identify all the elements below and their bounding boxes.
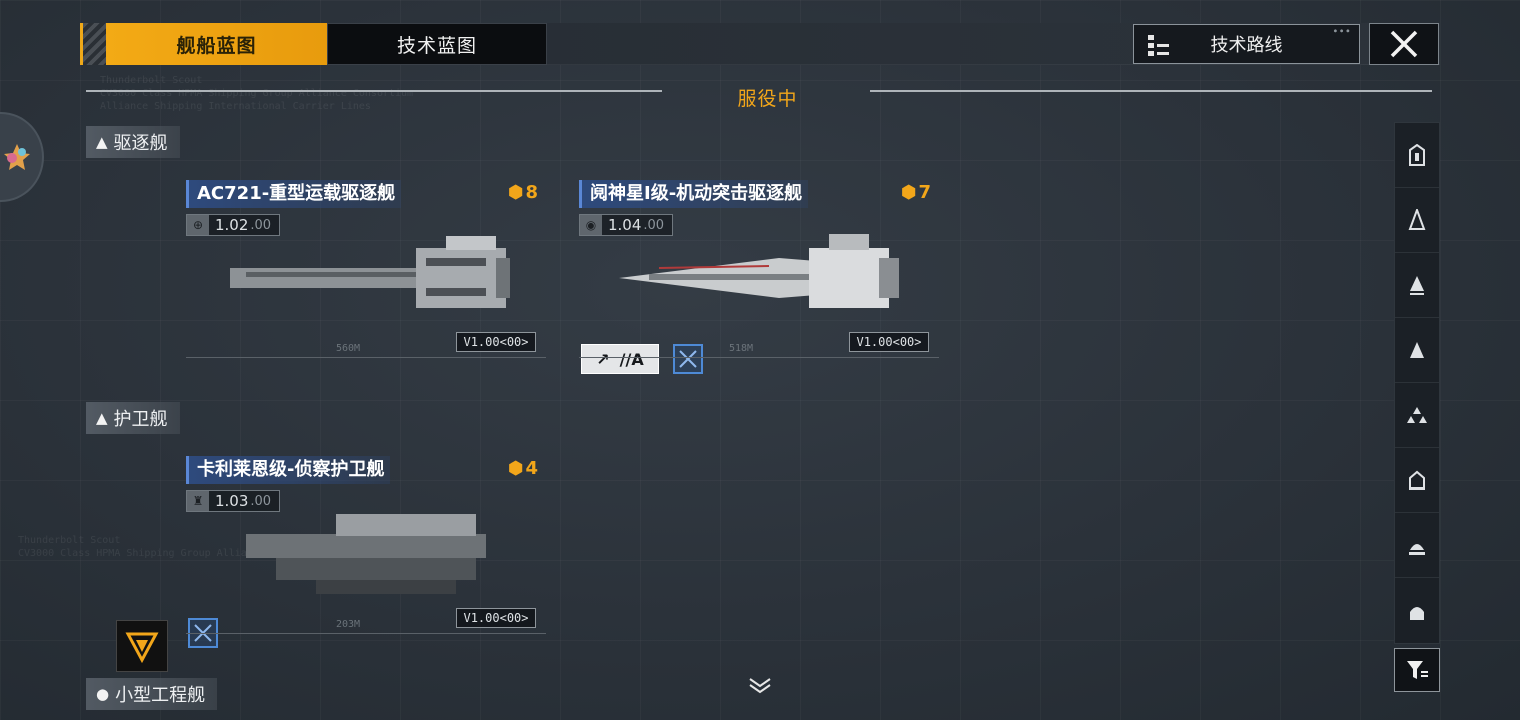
tech-route-label: 技术路线 bbox=[1210, 35, 1283, 56]
faction-icon: ◉ bbox=[580, 215, 602, 235]
scale-line bbox=[186, 357, 546, 358]
command-point-icon: ⬢ bbox=[507, 182, 524, 203]
top-bar-stripes bbox=[80, 23, 106, 65]
filter-auxiliary[interactable] bbox=[1395, 578, 1439, 643]
scroll-down-hint[interactable] bbox=[747, 676, 773, 698]
filter-destroyer[interactable] bbox=[1395, 253, 1439, 318]
tab-tech-blueprint[interactable]: 技术蓝图 bbox=[327, 23, 547, 65]
ship-model-image bbox=[246, 514, 486, 594]
triangle-emblem-icon bbox=[125, 632, 159, 664]
ship-model-image bbox=[619, 234, 899, 308]
ship-card[interactable]: 阋神星Ⅰ级-机动突击驱逐舰 ⬢ 7 ◉ 1.04.00 ↗ //A 518M V… bbox=[579, 180, 941, 380]
faction-emblem-button[interactable] bbox=[116, 620, 168, 672]
filter-icon bbox=[1407, 661, 1428, 679]
support-class-icon bbox=[1409, 470, 1425, 490]
filter-support[interactable] bbox=[1395, 448, 1439, 513]
blueprint-version-tag: V1.00<00> bbox=[849, 332, 929, 352]
ship-cost: ⬢ 7 bbox=[900, 182, 931, 203]
frigate-class-icon: ▲ bbox=[96, 409, 108, 427]
ship-length: 560M bbox=[336, 343, 361, 354]
section-title: 服役中 bbox=[737, 88, 798, 110]
corvette-class-icon bbox=[1407, 407, 1427, 423]
chevron-down-icon bbox=[749, 678, 771, 694]
scale-line bbox=[579, 357, 939, 358]
frigate-class-icon bbox=[1410, 342, 1424, 358]
category-frigate[interactable]: ▲ 护卫舰 bbox=[86, 402, 180, 434]
engineering-class-icon: ● bbox=[96, 685, 110, 703]
ship-class-filter-rail bbox=[1394, 122, 1440, 644]
close-icon bbox=[1390, 30, 1418, 58]
cruiser-class-icon bbox=[1408, 209, 1426, 230]
ship-name: 卡利莱恩级-侦察护卫舰 bbox=[186, 456, 391, 484]
filter-cruiser[interactable] bbox=[1395, 188, 1439, 253]
filter-engineering[interactable] bbox=[1395, 513, 1439, 578]
destroyer-class-icon bbox=[1410, 276, 1424, 295]
category-destroyer[interactable]: ▲ 驱逐舰 bbox=[86, 126, 180, 158]
ship-name: AC721-重型运载驱逐舰 bbox=[186, 180, 402, 208]
filter-button[interactable] bbox=[1394, 648, 1440, 692]
filter-carrier[interactable] bbox=[1395, 123, 1439, 188]
ship-model-image bbox=[230, 236, 510, 308]
tech-tag-badge[interactable] bbox=[673, 344, 703, 374]
blueprint-version-tag: V1.00<00> bbox=[456, 332, 536, 352]
close-button[interactable] bbox=[1369, 23, 1439, 65]
ship-card[interactable]: AC721-重型运载驱逐舰 ⬢ 8 ⊕ 1.02.00 560M V1.00<0… bbox=[186, 180, 548, 380]
ship-cost: ⬢ 8 bbox=[507, 182, 538, 203]
scale-line bbox=[186, 633, 546, 634]
command-point-icon: ⬢ bbox=[507, 458, 524, 479]
divider-right bbox=[870, 90, 1432, 92]
category-label: 小型工程舰 bbox=[115, 685, 206, 706]
category-label: 驱逐舰 bbox=[113, 133, 168, 154]
tech-route-button[interactable]: 技术路线 ∙∙∙ bbox=[1133, 24, 1360, 64]
filter-corvette[interactable] bbox=[1395, 383, 1439, 448]
ship-length: 518M bbox=[729, 343, 754, 354]
category-engineering[interactable]: ● 小型工程舰 bbox=[86, 678, 218, 710]
decor-dots: ∙∙∙ bbox=[1332, 26, 1351, 37]
ship-length: 203M bbox=[336, 619, 361, 630]
ship-cost: ⬢ 4 bbox=[507, 458, 538, 479]
auxiliary-class-icon bbox=[1410, 606, 1424, 620]
globe-icon: ⊕ bbox=[187, 215, 209, 235]
tech-route-icon bbox=[1148, 35, 1169, 56]
category-label: 护卫舰 bbox=[113, 409, 168, 430]
destroyer-class-icon: ▲ bbox=[96, 133, 108, 151]
filter-frigate[interactable] bbox=[1395, 318, 1439, 383]
star-app-icon bbox=[4, 144, 30, 170]
frigate-faction-icon: ♜ bbox=[187, 491, 209, 511]
engineering-class-icon bbox=[1409, 544, 1425, 555]
divider-left bbox=[86, 90, 662, 92]
ship-card[interactable]: 卡利莱恩级-侦察护卫舰 ⬢ 4 ♜ 1.03.00 203M V1.00<00> bbox=[186, 456, 548, 656]
tab-ship-blueprint[interactable]: 舰船蓝图 bbox=[106, 23, 327, 65]
bg-decor-text: Thunderbolt Scout CV3000 Class HPMA Ship… bbox=[100, 75, 414, 112]
crossed-tools-icon bbox=[679, 350, 697, 368]
module-badge[interactable]: ↗ //A bbox=[581, 344, 659, 374]
ship-name: 阋神星Ⅰ级-机动突击驱逐舰 bbox=[579, 180, 809, 208]
carrier-class-icon bbox=[1409, 144, 1425, 166]
command-point-icon: ⬢ bbox=[900, 182, 917, 203]
blueprint-version-tag: V1.00<00> bbox=[456, 608, 536, 628]
assault-module-icon: ↗ bbox=[596, 349, 610, 369]
